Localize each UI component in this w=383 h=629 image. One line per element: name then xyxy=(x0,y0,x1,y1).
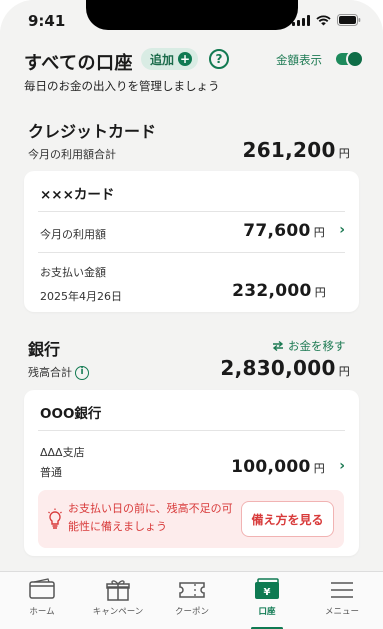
currency-unit: 円 xyxy=(313,226,325,239)
account-value: 100,000 xyxy=(231,457,311,477)
tab-campaign[interactable]: キャンペーン xyxy=(80,572,156,629)
bank-balance-label-text: 残高合計 xyxy=(28,366,72,379)
tab-home[interactable]: ホーム xyxy=(4,572,80,629)
bank-account-panel: OOO銀行 ΔΔΔ支店 普通 100,000 円 › お支払い日の前に、残高不足の… xyxy=(24,390,359,556)
tab-accounts[interactable]: ¥ 口座 xyxy=(229,572,305,629)
wifi-icon xyxy=(316,14,331,26)
plus-icon: + xyxy=(178,52,193,66)
bank-balance-value: 2,830,000 xyxy=(220,356,336,380)
payment-date: 2025年4月26日 xyxy=(40,290,122,303)
amount-display-label: 金額表示 xyxy=(276,53,322,67)
credit-section-title: クレジットカード xyxy=(28,122,157,141)
bank-section-title: 銀行 xyxy=(28,340,61,359)
tab-coupon[interactable]: クーポン xyxy=(154,572,230,629)
credit-total-label: 今月の利用額合計 xyxy=(28,148,116,161)
battery-icon xyxy=(337,14,361,26)
ticket-icon xyxy=(179,582,205,598)
transfer-money-link[interactable]: お金を移す xyxy=(272,338,346,354)
help-icon[interactable]: ? xyxy=(209,49,229,69)
tab-label: クーポン xyxy=(174,607,209,617)
chevron-right-icon: › xyxy=(339,222,345,238)
bank-account-row[interactable]: ΔΔΔ支店 普通 100,000 円 › xyxy=(24,431,359,481)
lightbulb-icon xyxy=(48,508,62,529)
account-type: 普通 xyxy=(40,466,62,479)
amount-display-toggle[interactable] xyxy=(336,50,364,68)
gift-icon xyxy=(106,580,130,601)
page-title: すべての口座 xyxy=(24,53,134,74)
transfer-label: お金を移す xyxy=(288,339,346,353)
account-yen-icon: ¥ xyxy=(255,578,279,599)
divider xyxy=(38,252,345,253)
signal-icon xyxy=(292,14,310,26)
tab-label: キャンペーン xyxy=(92,607,144,617)
bank-balance-amount: 2,830,000 円 xyxy=(220,356,350,380)
device-notch xyxy=(86,0,298,30)
payment-value: 232,000 xyxy=(232,281,312,301)
card-usage-value: 77,600 xyxy=(243,221,311,241)
transfer-arrows-icon xyxy=(272,340,284,352)
status-bar: 9:41 xyxy=(0,0,383,40)
currency-unit: 円 xyxy=(314,286,326,299)
tab-label: 口座 xyxy=(258,607,276,617)
credit-card-panel: ×××カード 今月の利用額 77,600 円 › お支払い金額 2025年4月26… xyxy=(24,171,359,312)
credit-total-value: 261,200 xyxy=(242,138,336,162)
low-balance-alert: お支払い日の前に、残高不足の可能性に備えましょう 備え方を見る xyxy=(38,490,344,548)
add-account-button[interactable]: 追加 + xyxy=(141,48,199,70)
branch-name: ΔΔΔ支店 xyxy=(40,446,85,459)
payment-label: お支払い金額 xyxy=(40,266,106,279)
payment-amount: 232,000 円 xyxy=(232,281,326,301)
page-header: すべての口座 追加 + ? 金額表示 毎日のお金の出入りを管理しましょう xyxy=(0,40,383,100)
currency-unit: 円 xyxy=(338,147,350,160)
status-time: 9:41 xyxy=(28,12,66,30)
chevron-right-icon: › xyxy=(339,458,345,474)
phone-screen: 9:41 すべての口座 追加 + ? 金額表示 毎日のお金の出入りを管理しましょ… xyxy=(0,0,383,629)
credit-card-name: ×××カード xyxy=(40,187,115,203)
alert-message: お支払い日の前に、残高不足の可能性に備えましょう xyxy=(68,502,233,533)
svg-text:¥: ¥ xyxy=(264,587,271,598)
card-usage-label: 今月の利用額 xyxy=(40,228,106,241)
tab-menu[interactable]: メニュー xyxy=(304,572,380,629)
bank-balance-label: 残高合計 i xyxy=(28,364,89,380)
prepare-guide-button[interactable]: 備え方を見る xyxy=(241,501,334,537)
currency-unit: 円 xyxy=(313,462,325,475)
currency-unit: 円 xyxy=(338,365,350,378)
add-label: 追加 xyxy=(150,52,175,67)
tab-label: ホーム xyxy=(29,607,55,617)
card-usage-row[interactable]: 今月の利用額 77,600 円 › xyxy=(24,212,359,252)
tab-label: メニュー xyxy=(324,607,359,617)
info-icon[interactable]: i xyxy=(75,366,89,380)
wallet-icon xyxy=(29,578,55,599)
menu-icon xyxy=(331,582,353,598)
card-usage-amount: 77,600 円 xyxy=(243,221,325,241)
bank-name: OOO銀行 xyxy=(40,406,102,422)
page-subtitle: 毎日のお金の出入りを管理しましょう xyxy=(24,79,220,93)
status-icons xyxy=(292,14,361,26)
account-amount: 100,000 円 xyxy=(231,457,325,477)
toggle-knob xyxy=(346,50,364,68)
bottom-tab-bar: ホーム キャンペーン クーポン ¥ 口座 メニュー xyxy=(0,571,383,629)
credit-total-amount: 261,200 円 xyxy=(242,138,350,162)
